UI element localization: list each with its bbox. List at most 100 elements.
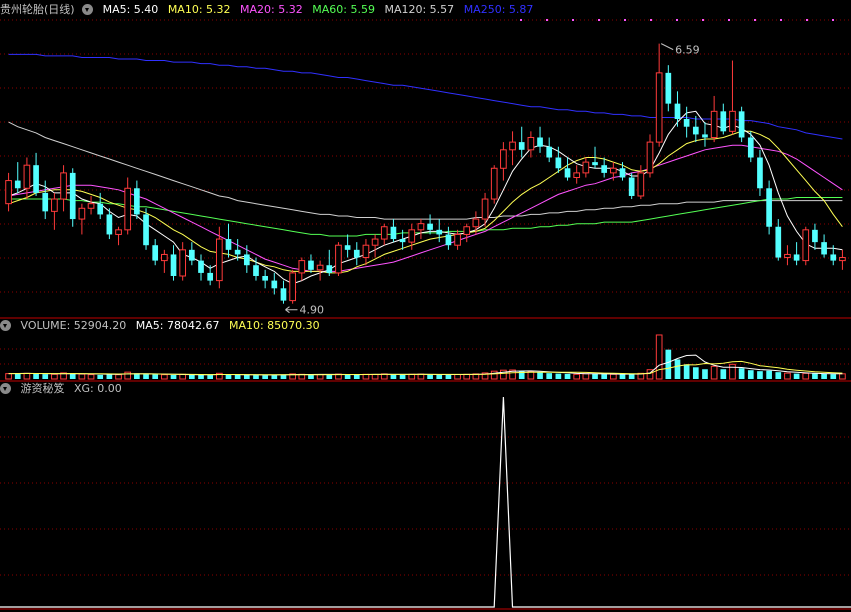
volume-bar [793, 373, 800, 379]
candle-body [198, 260, 204, 273]
candle-body [399, 239, 406, 243]
candle-body [564, 168, 571, 178]
candle-body [97, 203, 104, 215]
candle-body [582, 161, 590, 174]
volume-bar [78, 373, 86, 380]
candle-body [665, 72, 672, 104]
xg-line [0, 396, 851, 608]
volume-bar [500, 369, 507, 380]
volume-bar [720, 369, 727, 379]
candle-body [234, 249, 241, 255]
marker-dot [780, 19, 782, 21]
volume-bar [51, 373, 58, 380]
candle-body [463, 226, 471, 235]
candle-body [335, 244, 342, 274]
candle-body [775, 226, 782, 258]
volume-bar [69, 373, 76, 379]
volume-bar [253, 375, 259, 379]
volume-bar [353, 374, 360, 379]
stock-chart[interactable]: 6.59 4.90 [0, 0, 851, 612]
marker-dot [702, 19, 704, 21]
volume-bar [839, 373, 846, 380]
candle-body [69, 172, 76, 220]
candle-body [710, 110, 718, 138]
volume-bar [582, 373, 590, 380]
volume-bar [262, 375, 268, 379]
ma20-line [8, 144, 843, 272]
candle-body [637, 172, 645, 197]
volume-bar [564, 373, 571, 379]
candle-body [353, 249, 360, 258]
volume-bar [371, 374, 379, 380]
marker-dot [546, 19, 548, 21]
volume-bar [23, 372, 31, 380]
marker-dot [650, 19, 652, 21]
volume-bar [115, 374, 122, 380]
volume-bar [655, 334, 663, 380]
candle-body [702, 134, 708, 138]
volume-bar [436, 374, 443, 379]
volume-bar [628, 373, 635, 379]
candle-body [821, 242, 827, 255]
candle-body [23, 164, 31, 189]
candle-body [115, 229, 122, 235]
volume-bar [243, 374, 250, 379]
volume-bar [812, 373, 818, 379]
candle-body [262, 275, 268, 281]
candle-body [692, 126, 699, 135]
volume-bar [592, 373, 598, 379]
volume-bar [692, 367, 699, 379]
marker-dot [624, 19, 626, 21]
volume-bar [821, 373, 827, 379]
volume-bar [445, 374, 452, 379]
candle-body [646, 141, 654, 174]
candle-body [812, 229, 818, 243]
marker-dot [520, 19, 522, 21]
candle-body [152, 245, 159, 261]
volume-bar [33, 373, 39, 379]
marker-dot [598, 19, 600, 21]
volume-bar [225, 374, 232, 379]
candle-body [42, 192, 49, 212]
candle-body [683, 119, 690, 127]
candle-body [628, 177, 635, 196]
volume-bar [207, 375, 214, 379]
volume-bar [326, 374, 333, 379]
candle-body [225, 239, 232, 250]
volume-bar [601, 374, 608, 379]
high-label: 6.59 [675, 44, 700, 57]
volume-bar [198, 374, 204, 379]
high-pointer [660, 43, 674, 51]
candle-body [546, 146, 553, 158]
candle-body [78, 207, 86, 220]
candle-body [573, 172, 581, 179]
candle-body [527, 136, 535, 151]
candle-body [417, 223, 425, 231]
candle-body [326, 265, 333, 273]
candle-body [14, 180, 21, 189]
marker-dot [832, 19, 834, 21]
candle-body [280, 288, 287, 301]
volume-bar [775, 372, 782, 379]
volume-bar [555, 373, 562, 379]
candle-body [454, 233, 461, 246]
candle-body [555, 157, 562, 169]
volume-bar [271, 375, 278, 379]
candle-body [793, 254, 800, 261]
volume-bar [729, 363, 736, 380]
candle-body [408, 229, 416, 243]
candle-body [106, 214, 113, 235]
volume-bar [665, 349, 672, 379]
candle-body [380, 226, 388, 240]
candle-body [509, 141, 516, 151]
volume-bar [152, 374, 159, 379]
candle-body [308, 260, 314, 270]
candle-body [51, 198, 58, 212]
volume-bar [427, 374, 433, 379]
marker-dot [754, 19, 756, 21]
candle-body [784, 253, 791, 259]
candle-body [253, 265, 259, 276]
ma60-line [8, 197, 843, 237]
marker-dot [676, 19, 678, 21]
candle-body [537, 137, 543, 147]
